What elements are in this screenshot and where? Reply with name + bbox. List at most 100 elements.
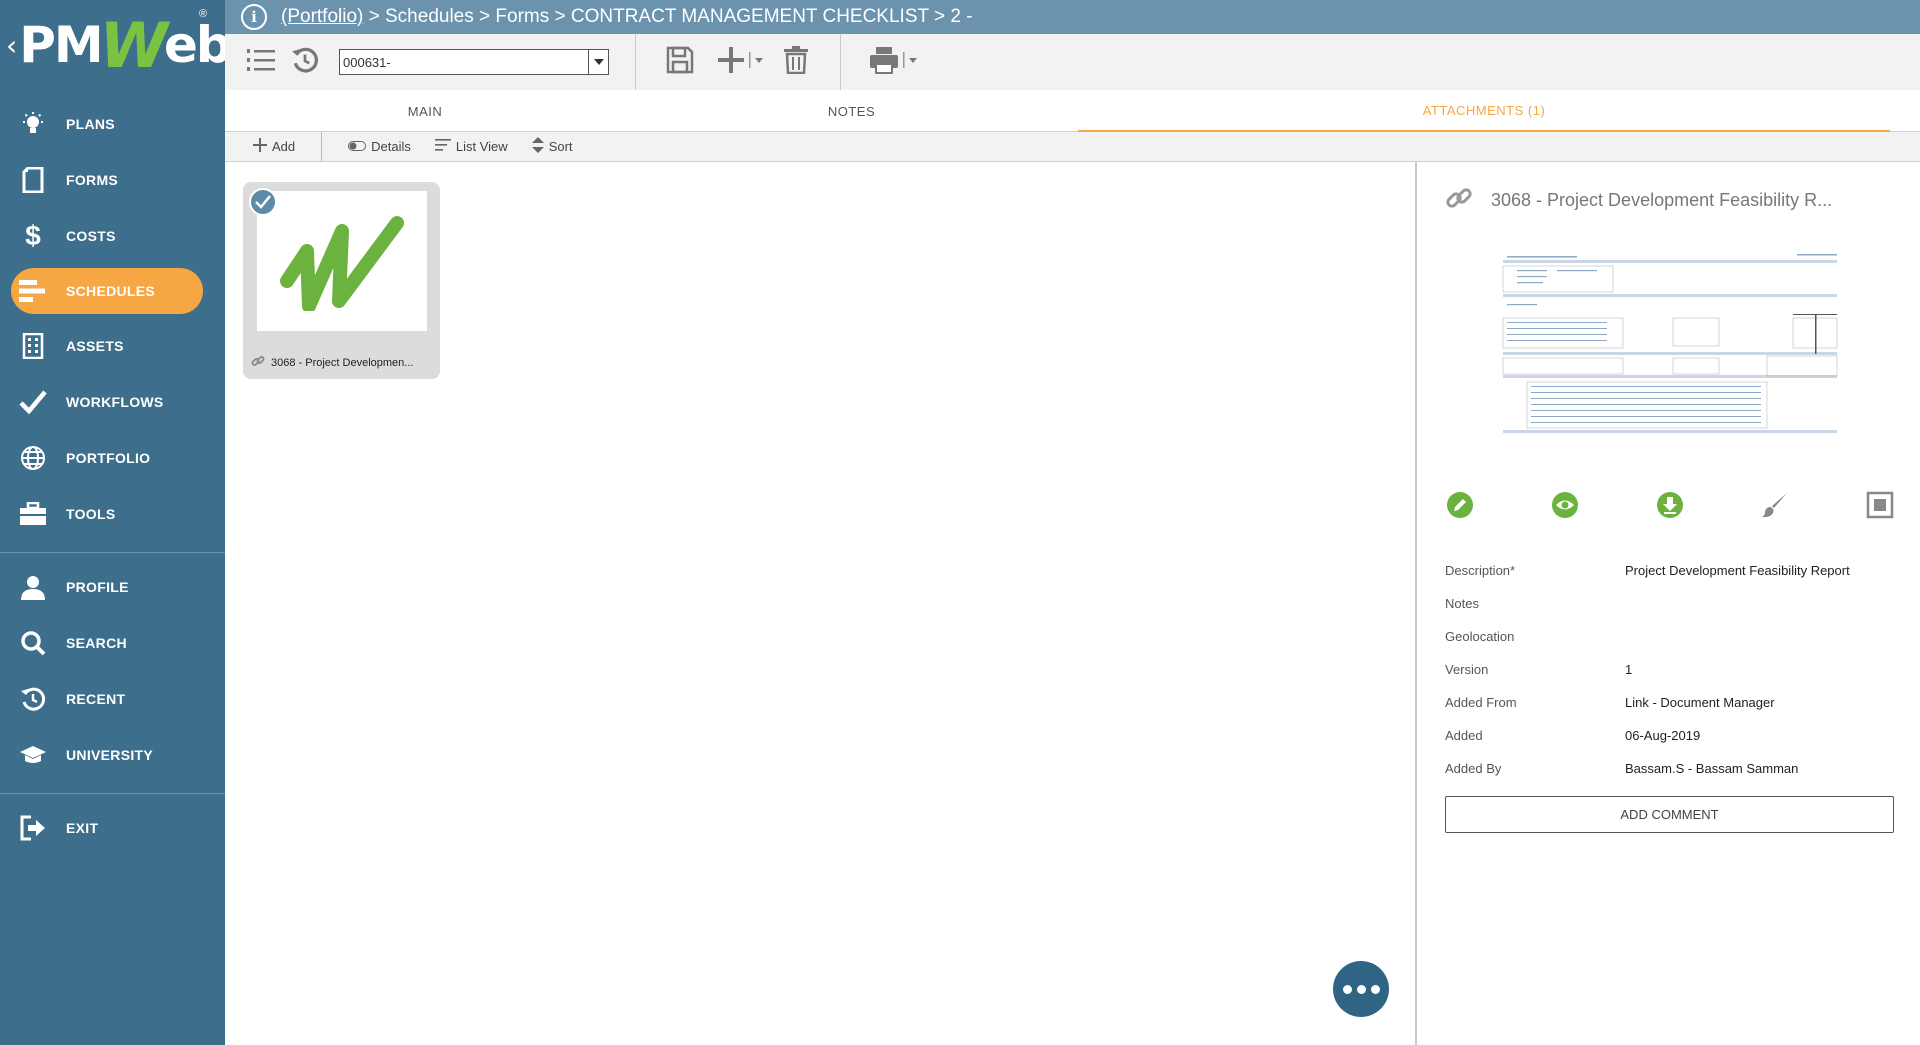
schedule-bars-icon <box>18 276 48 306</box>
add-button[interactable] <box>716 42 766 82</box>
tab-notes[interactable]: NOTES <box>625 90 1078 132</box>
sidebar-item-assets[interactable]: ASSETS <box>0 318 225 374</box>
tab-bar: MAIN NOTES ATTACHMENTS (1) <box>225 90 1920 132</box>
history-button[interactable] <box>285 42 325 82</box>
sidebar-item-plans[interactable]: PLANS <box>0 96 225 152</box>
download-icon <box>1656 491 1684 524</box>
info-icon[interactable]: i <box>241 4 267 30</box>
toggle-icon <box>348 139 367 154</box>
printer-icon <box>869 46 921 79</box>
lightbulb-icon <box>18 109 48 139</box>
dot-icon <box>1342 984 1352 994</box>
sidebar-item-recent[interactable]: RECENT <box>0 671 225 727</box>
attachment-actions <box>1445 491 1895 524</box>
sidebar-item-tools[interactable]: TOOLS <box>0 486 225 542</box>
dollar-icon: $ <box>25 220 41 251</box>
attachment-details-panel: 3068 - Project Development Feasibility R… <box>1415 162 1920 1045</box>
property-row-notes: Notes <box>1445 596 1479 611</box>
sort-arrows-icon <box>531 137 544 156</box>
breadcrumb-portfolio-link[interactable]: (Portfolio) <box>281 6 363 28</box>
details-toggle[interactable]: Details <box>336 132 423 162</box>
sidebar-item-schedules[interactable]: SCHEDULES <box>11 268 203 314</box>
sidebar-item-forms[interactable]: FORMS <box>0 152 225 208</box>
property-row-description: Description* Project Development Feasibi… <box>1445 563 1850 578</box>
globe-icon <box>18 443 48 473</box>
added-date-value: 06-Aug-2019 <box>1625 728 1701 743</box>
attachment-card[interactable]: 3068 - Project Developmen... <box>243 182 440 379</box>
dot-icon <box>1356 984 1366 994</box>
expand-button[interactable] <box>1865 491 1895 522</box>
sidebar-item-costs[interactable]: $ COSTS <box>0 208 225 264</box>
briefcase-icon <box>18 499 48 529</box>
chevron-down-icon[interactable] <box>588 50 608 74</box>
markup-button[interactable] <box>1760 492 1790 522</box>
breadcrumb-path: > Schedules > Forms > CONTRACT MANAGEMEN… <box>363 6 973 27</box>
tab-attachments[interactable]: ATTACHMENTS (1) <box>1078 90 1890 132</box>
sidebar-item-university[interactable]: UNIVERSITY <box>0 727 225 783</box>
plus-icon <box>253 138 267 155</box>
pmweb-logo[interactable]: ‹ PM Web ® <box>0 0 232 90</box>
history-icon <box>291 46 319 79</box>
registered-mark: ® <box>199 8 208 20</box>
description-value[interactable]: Project Development Feasibility Report <box>1625 563 1850 578</box>
nav-group-exit: EXIT <box>0 794 225 866</box>
graduation-cap-icon <box>18 740 48 770</box>
toolbar-divider <box>840 34 841 90</box>
sidebar-item-workflows[interactable]: WORKFLOWS <box>0 374 225 430</box>
sidebar-item-profile[interactable]: PROFILE <box>0 559 225 615</box>
version-value: 1 <box>1625 662 1633 677</box>
pencil-icon <box>1446 491 1474 524</box>
added-by-value: Bassam.S - Bassam Samman <box>1625 761 1799 776</box>
attachment-properties: Description* Project Development Feasibi… <box>1445 554 1905 785</box>
sidebar-item-portfolio[interactable]: PORTFOLIO <box>0 430 225 486</box>
nav-group-main: PLANS FORMS $ COSTS SCHEDULES ASSETS WOR… <box>0 90 225 553</box>
toolbar-divider <box>635 34 636 90</box>
tab-main[interactable]: MAIN <box>225 90 625 132</box>
brush-icon <box>1761 491 1789 524</box>
delete-button[interactable] <box>776 42 816 82</box>
nav-group-user: PROFILE SEARCH RECENT UNIVERSITY <box>0 553 225 794</box>
exit-icon <box>18 813 48 843</box>
sort-button[interactable]: Sort <box>520 132 585 162</box>
sidebar-item-search[interactable]: SEARCH <box>0 615 225 671</box>
search-icon <box>18 628 48 658</box>
property-row-version: Version 1 <box>1445 662 1633 677</box>
document-preview-image[interactable] <box>1497 252 1842 437</box>
trash-icon <box>784 45 808 79</box>
add-attachment-button[interactable]: Add <box>241 132 307 162</box>
list-view-button[interactable]: List View <box>423 132 520 162</box>
history-icon <box>18 684 48 714</box>
list-lines-icon <box>434 139 451 154</box>
link-icon <box>1445 184 1473 217</box>
plus-icon <box>718 46 764 79</box>
dot-icon <box>1370 984 1380 994</box>
sidebar-item-exit[interactable]: EXIT <box>0 800 225 856</box>
edit-button[interactable] <box>1445 491 1475 524</box>
attachments-area: 3068 - Project Developmen... <box>225 162 1415 1045</box>
subbar-divider <box>321 131 323 162</box>
toolbar: 000631- <box>225 34 1920 90</box>
eye-icon <box>1551 491 1579 524</box>
add-comment-button[interactable]: ADD COMMENT <box>1445 796 1894 833</box>
breadcrumb: i (Portfolio) > Schedules > Forms > CONT… <box>225 0 1920 34</box>
selected-check-icon[interactable] <box>249 188 277 216</box>
sidebar: ‹ PMWeb ® PLANS FORMS $ COSTS SCHEDULES <box>0 0 232 1045</box>
view-button[interactable] <box>1550 491 1580 524</box>
list-button[interactable] <box>241 42 281 82</box>
checkmark-icon <box>18 387 48 417</box>
added-from-value: Link - Document Manager <box>1625 695 1775 710</box>
link-icon <box>251 354 265 371</box>
attachment-thumbnail <box>257 191 427 331</box>
person-icon <box>18 572 48 602</box>
more-actions-button[interactable] <box>1333 961 1389 1017</box>
building-icon <box>18 331 48 361</box>
numbered-list-icon <box>247 47 275 78</box>
property-row-geolocation: Geolocation <box>1445 629 1515 644</box>
print-button[interactable] <box>867 42 923 82</box>
record-select[interactable]: 000631- <box>339 49 609 75</box>
property-row-added-by: Added By Bassam.S - Bassam Samman <box>1445 761 1799 776</box>
chevron-left-icon[interactable]: ‹ <box>6 29 17 62</box>
save-button[interactable] <box>660 42 700 82</box>
download-button[interactable] <box>1655 491 1685 524</box>
document-icon <box>18 165 48 195</box>
